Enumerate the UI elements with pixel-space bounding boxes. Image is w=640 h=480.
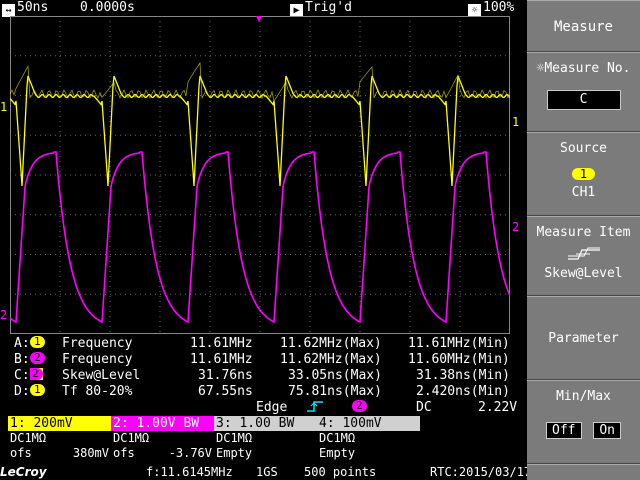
trigger-type: Edge — [256, 400, 288, 415]
channel-4-header: 4: 100mV — [317, 416, 420, 431]
measurement-row-a: A: 1 Frequency 11.61MHz 11.62MHz(Max) 11… — [14, 335, 510, 352]
channel-3-coupling: DC1MΩ — [216, 431, 253, 445]
timebase-readout: ↔ 50ns — [2, 0, 48, 17]
measure-name: Frequency — [62, 352, 133, 367]
channel-badge: 1 — [30, 384, 45, 396]
measure-min: 11.60MHz(Min) — [408, 352, 510, 367]
channel-4-info[interactable]: 4: 100mV DC1MΩ Empty — [317, 416, 421, 464]
minmax-off-option[interactable]: Off — [546, 422, 582, 439]
channel-2-coupling: DC1MΩ — [113, 431, 150, 445]
skew-icon — [527, 246, 640, 266]
channel-badge: 1 — [30, 336, 45, 348]
edge-icon — [306, 400, 324, 417]
trigger-level: 2.22V — [478, 400, 518, 415]
measurement-row-d: D: 1 Tf 80-20% 67.55ns 75.81ns(Max) 2.42… — [14, 383, 510, 400]
measure-min: 2.420ns(Min) — [416, 384, 510, 399]
channel-2-info[interactable]: 2: 1.00V BW DC1MΩ ofs -3.76V — [111, 416, 215, 464]
battery-status: ☼ 100% — [468, 0, 514, 17]
frequency-counter: f:11.6145MHz — [146, 465, 233, 479]
trigger-source-badge: 2 — [352, 400, 367, 412]
source-channel-badge: 1 — [571, 168, 596, 180]
measure-no-value: C — [546, 90, 621, 110]
channel-2-offset: -3.76V — [168, 446, 212, 460]
channel-3-status: Empty — [216, 446, 253, 460]
measure-max: 33.05ns(Max) — [288, 368, 382, 383]
channel-badge: 2 — [30, 352, 45, 364]
measure-item-button[interactable]: Measure Item Skew@Level — [527, 216, 640, 296]
measure-menu-title[interactable]: Measure — [527, 0, 640, 52]
trigger-status: ▶ Trig'd — [290, 0, 352, 17]
measure-menu-panel: Measure ☼Measure No. C Source 1 CH1 Meas… — [527, 0, 640, 480]
measure-max: 11.62MHz(Max) — [280, 336, 382, 351]
measure-min: 11.61MHz(Min) — [408, 336, 510, 351]
measure-value: 11.61MHz — [190, 352, 253, 367]
record-length: 500 points — [304, 465, 377, 479]
sample-rate: 1GS — [256, 465, 278, 479]
minmax-on-option[interactable]: On — [593, 422, 621, 439]
brand-logo: LeCroy — [0, 465, 47, 479]
measure-min: 31.38ns(Min) — [416, 368, 510, 383]
channel-3-header: 3: 1.00 BW — [214, 416, 317, 431]
measure-value: 11.61MHz — [190, 336, 253, 351]
channel-2-header: 2: 1.00V BW — [111, 416, 214, 431]
channel-badge: 2 — [30, 368, 43, 380]
trigger-position-marker — [256, 16, 262, 22]
min-max-button[interactable]: Min/Max Off On — [527, 380, 640, 464]
measure-max: 75.81ns(Max) — [288, 384, 382, 399]
channel-1-offset-label: ofs — [10, 446, 32, 460]
channel-1-coupling: DC1MΩ — [10, 431, 47, 445]
measure-name: Frequency — [62, 336, 133, 351]
channel-4-coupling: DC1MΩ — [319, 431, 356, 445]
channel-4-status: Empty — [319, 446, 356, 460]
trigger-info: Edge 2 DC 2.22V — [0, 400, 527, 416]
measurement-row-b: B: 2 Frequency 11.61MHz 11.62MHz(Max) 11… — [14, 351, 510, 368]
channel-2-offset-label: ofs — [113, 446, 135, 460]
panel-footer — [527, 464, 640, 480]
channel-1-info[interactable]: 1: 200mV DC1MΩ ofs 380mV — [8, 416, 112, 464]
delay-readout: 0.0000s — [80, 0, 135, 15]
measure-value: 67.55ns — [198, 384, 253, 399]
trigger-coupling: DC — [416, 400, 432, 415]
channel-1-offset: 380mV — [72, 446, 109, 460]
ch1-level-marker[interactable]: 1 — [512, 115, 519, 129]
measure-no-button[interactable]: ☼Measure No. C — [527, 52, 640, 132]
channel-1-header: 1: 200mV — [8, 416, 111, 431]
status-bar: ↔ 50ns 0.0000s ▶ Trig'd ☼ 100% — [0, 0, 527, 17]
measure-item-value: Skew@Level — [544, 266, 623, 281]
measure-name: Tf 80-20% — [62, 384, 133, 399]
source-button[interactable]: Source 1 CH1 — [527, 132, 640, 216]
ch1-offset-marker[interactable]: 1 — [0, 100, 7, 114]
measure-max: 11.62MHz(Max) — [280, 352, 382, 367]
measure-value: 31.76ns — [198, 368, 253, 383]
waveform-display[interactable] — [10, 16, 510, 334]
source-channel-name: CH1 — [571, 185, 596, 200]
channel-3-info[interactable]: 3: 1.00 BW DC1MΩ Empty — [214, 416, 318, 464]
ch2-level-marker[interactable]: 2 — [512, 220, 519, 234]
parameter-button[interactable]: Parameter — [527, 296, 640, 380]
measure-name: Skew@Level — [62, 368, 141, 383]
measurement-row-c: C: 12 Skew@Level 31.76ns 33.05ns(Max) 31… — [14, 367, 510, 384]
graticule — [10, 16, 510, 334]
ch2-offset-marker[interactable]: 2 — [0, 308, 7, 322]
